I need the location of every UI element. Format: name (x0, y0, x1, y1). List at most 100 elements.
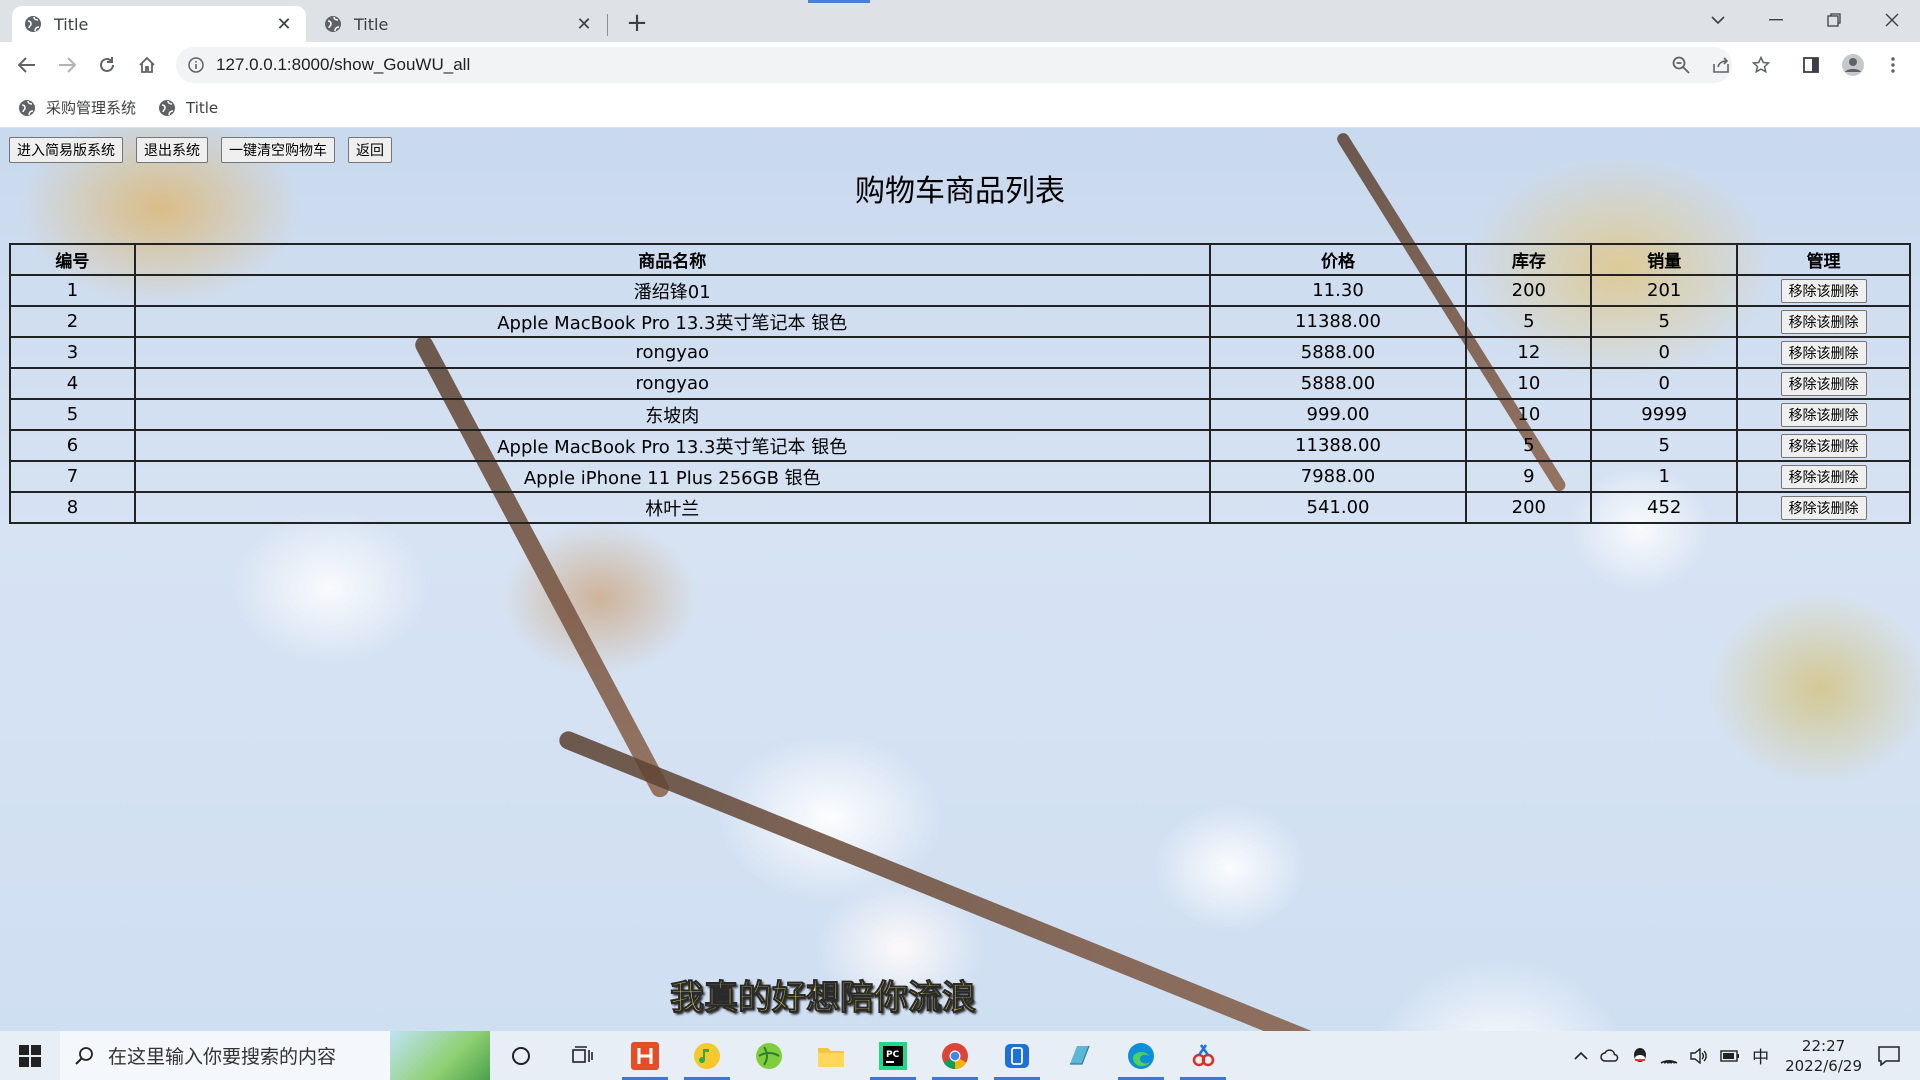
chrome-icon[interactable] (924, 1031, 986, 1080)
windows-logo-icon (19, 1044, 41, 1067)
cell-stock: 5 (1465, 429, 1593, 462)
ime-indicator[interactable]: 中 (1752, 1043, 1769, 1068)
bookmark-star-icon[interactable] (1744, 48, 1778, 82)
close-tab-icon[interactable]: ✕ (574, 14, 594, 35)
close-window-button[interactable] (1864, 0, 1920, 40)
start-button[interactable] (0, 1031, 60, 1080)
minimize-button[interactable] (1748, 0, 1804, 40)
cell-stock: 9 (1465, 460, 1593, 493)
tab-separator (607, 14, 608, 36)
logout-button[interactable]: 退出系统 (136, 137, 208, 163)
task-view-icon[interactable] (552, 1031, 614, 1080)
taskbar-clock[interactable]: 22:27 2022/6/29 (1785, 1036, 1862, 1076)
pycharm-icon[interactable]: PC (862, 1031, 924, 1080)
remove-item-button[interactable]: 移除该删除 (1780, 495, 1867, 520)
reload-button[interactable] (90, 48, 124, 82)
taskbar: 在这里输入你要搜索的内容 PC 中 22:27 2022/6/29 (0, 1031, 1920, 1080)
cell-price: 11.30 (1208, 274, 1468, 307)
cell-manage: 移除该删除 (1736, 398, 1911, 431)
zoom-icon[interactable] (1664, 48, 1698, 82)
tab-2[interactable]: Title ✕ (312, 6, 606, 42)
cell-id: 1 (9, 274, 136, 307)
cell-name: 林叶兰 (133, 491, 1211, 524)
svg-text:PC: PC (886, 1050, 900, 1060)
cell-id: 3 (9, 336, 136, 369)
table-row: 5 东坡肉 999.00 10 9999 移除该删除 (9, 398, 1911, 431)
volume-icon[interactable] (1690, 1047, 1708, 1064)
cortana-icon[interactable] (490, 1031, 552, 1080)
taskbar-search-box[interactable]: 在这里输入你要搜索的内容 (60, 1031, 490, 1080)
wifi-icon[interactable] (1660, 1048, 1678, 1064)
menu-kebab-icon[interactable] (1876, 48, 1910, 82)
back-page-button[interactable]: 返回 (348, 137, 392, 163)
music-app-icon[interactable] (676, 1031, 738, 1080)
remove-item-button[interactable]: 移除该删除 (1780, 433, 1867, 458)
share-icon[interactable] (1704, 48, 1738, 82)
cell-name: rongyao (133, 367, 1211, 400)
cell-manage: 移除该删除 (1736, 336, 1911, 369)
globe-icon (19, 99, 35, 116)
cell-name: Apple MacBook Pro 13.3英寸笔记本 银色 (133, 429, 1211, 462)
home-button[interactable] (130, 48, 164, 82)
cell-stock: 10 (1465, 398, 1593, 431)
cell-manage: 移除该删除 (1736, 274, 1911, 307)
clear-cart-button[interactable]: 一键清空购物车 (221, 137, 335, 163)
tab-title: Title (354, 14, 389, 34)
profile-avatar-icon[interactable] (1836, 48, 1870, 82)
column-header-manage: 管理 (1736, 243, 1911, 276)
remove-item-button[interactable]: 移除该删除 (1780, 371, 1867, 396)
page-title: 购物车商品列表 (855, 174, 1065, 209)
globe-icon (325, 16, 341, 32)
new-tab-button[interactable]: + (620, 8, 654, 42)
chevron-up-icon[interactable] (1574, 1051, 1588, 1061)
cell-stock: 10 (1465, 367, 1593, 400)
cell-manage: 移除该删除 (1736, 429, 1911, 462)
phone-app-icon[interactable] (986, 1031, 1048, 1080)
edge-icon[interactable] (1110, 1031, 1172, 1080)
cell-price: 5888.00 (1208, 336, 1468, 369)
column-header-name: 商品名称 (133, 243, 1211, 276)
tab-strip-accent (808, 0, 870, 3)
cloud-sync-icon[interactable] (1600, 1048, 1620, 1064)
table-row: 2 Apple MacBook Pro 13.3英寸笔记本 银色 11388.0… (9, 305, 1911, 338)
remove-item-button[interactable]: 移除该删除 (1780, 278, 1867, 303)
cell-sales: 452 (1590, 491, 1739, 524)
cell-manage: 移除该删除 (1736, 367, 1911, 400)
battery-icon[interactable] (1720, 1049, 1740, 1062)
cell-name: 潘绍锋01 (133, 274, 1211, 307)
html-editor-app-icon[interactable] (614, 1031, 676, 1080)
side-panel-icon[interactable] (1794, 48, 1828, 82)
back-arrow-icon (18, 57, 35, 73)
bookmark-item[interactable]: Title (158, 99, 218, 117)
cell-sales: 0 (1590, 367, 1739, 400)
site-info-icon[interactable] (176, 57, 216, 73)
address-bar[interactable]: 127.0.0.1:8000/show_GouWU_all (176, 47, 1732, 83)
remove-item-button[interactable]: 移除该删除 (1780, 309, 1867, 334)
file-explorer-icon[interactable] (800, 1031, 862, 1080)
tab-1[interactable]: Title ✕ (12, 6, 306, 42)
remove-item-button[interactable]: 移除该删除 (1780, 464, 1867, 489)
notification-center-icon[interactable] (1878, 1045, 1900, 1066)
back-button[interactable] (10, 48, 44, 82)
screenshot-app-icon[interactable] (1172, 1031, 1234, 1080)
table-row: 1 潘绍锋01 11.30 200 201 移除该删除 (9, 274, 1911, 307)
table-row: 6 Apple MacBook Pro 13.3英寸笔记本 银色 11388.0… (9, 429, 1911, 462)
enter-simple-system-button[interactable]: 进入简易版系统 (9, 137, 123, 163)
restore-button[interactable] (1806, 0, 1862, 40)
remove-item-button[interactable]: 移除该删除 (1780, 402, 1867, 427)
remove-item-button[interactable]: 移除该删除 (1780, 340, 1867, 365)
browser-app-icon[interactable] (738, 1031, 800, 1080)
reload-icon (100, 57, 114, 72)
url-text[interactable]: 127.0.0.1:8000/show_GouWU_all (216, 55, 470, 75)
close-tab-icon[interactable]: ✕ (274, 14, 294, 35)
bookmark-item[interactable]: 采购管理系统 (18, 97, 136, 118)
notes-app-icon[interactable] (1048, 1031, 1110, 1080)
cell-sales: 9999 (1590, 398, 1739, 431)
cell-name: Apple MacBook Pro 13.3英寸笔记本 银色 (133, 305, 1211, 338)
forward-button[interactable] (50, 48, 84, 82)
qq-icon[interactable] (1632, 1047, 1648, 1065)
cell-stock: 200 (1465, 274, 1593, 307)
cell-name: Apple iPhone 11 Plus 256GB 银色 (133, 460, 1211, 493)
tab-search-chevron-icon[interactable] (1690, 0, 1746, 40)
home-icon (139, 56, 155, 73)
